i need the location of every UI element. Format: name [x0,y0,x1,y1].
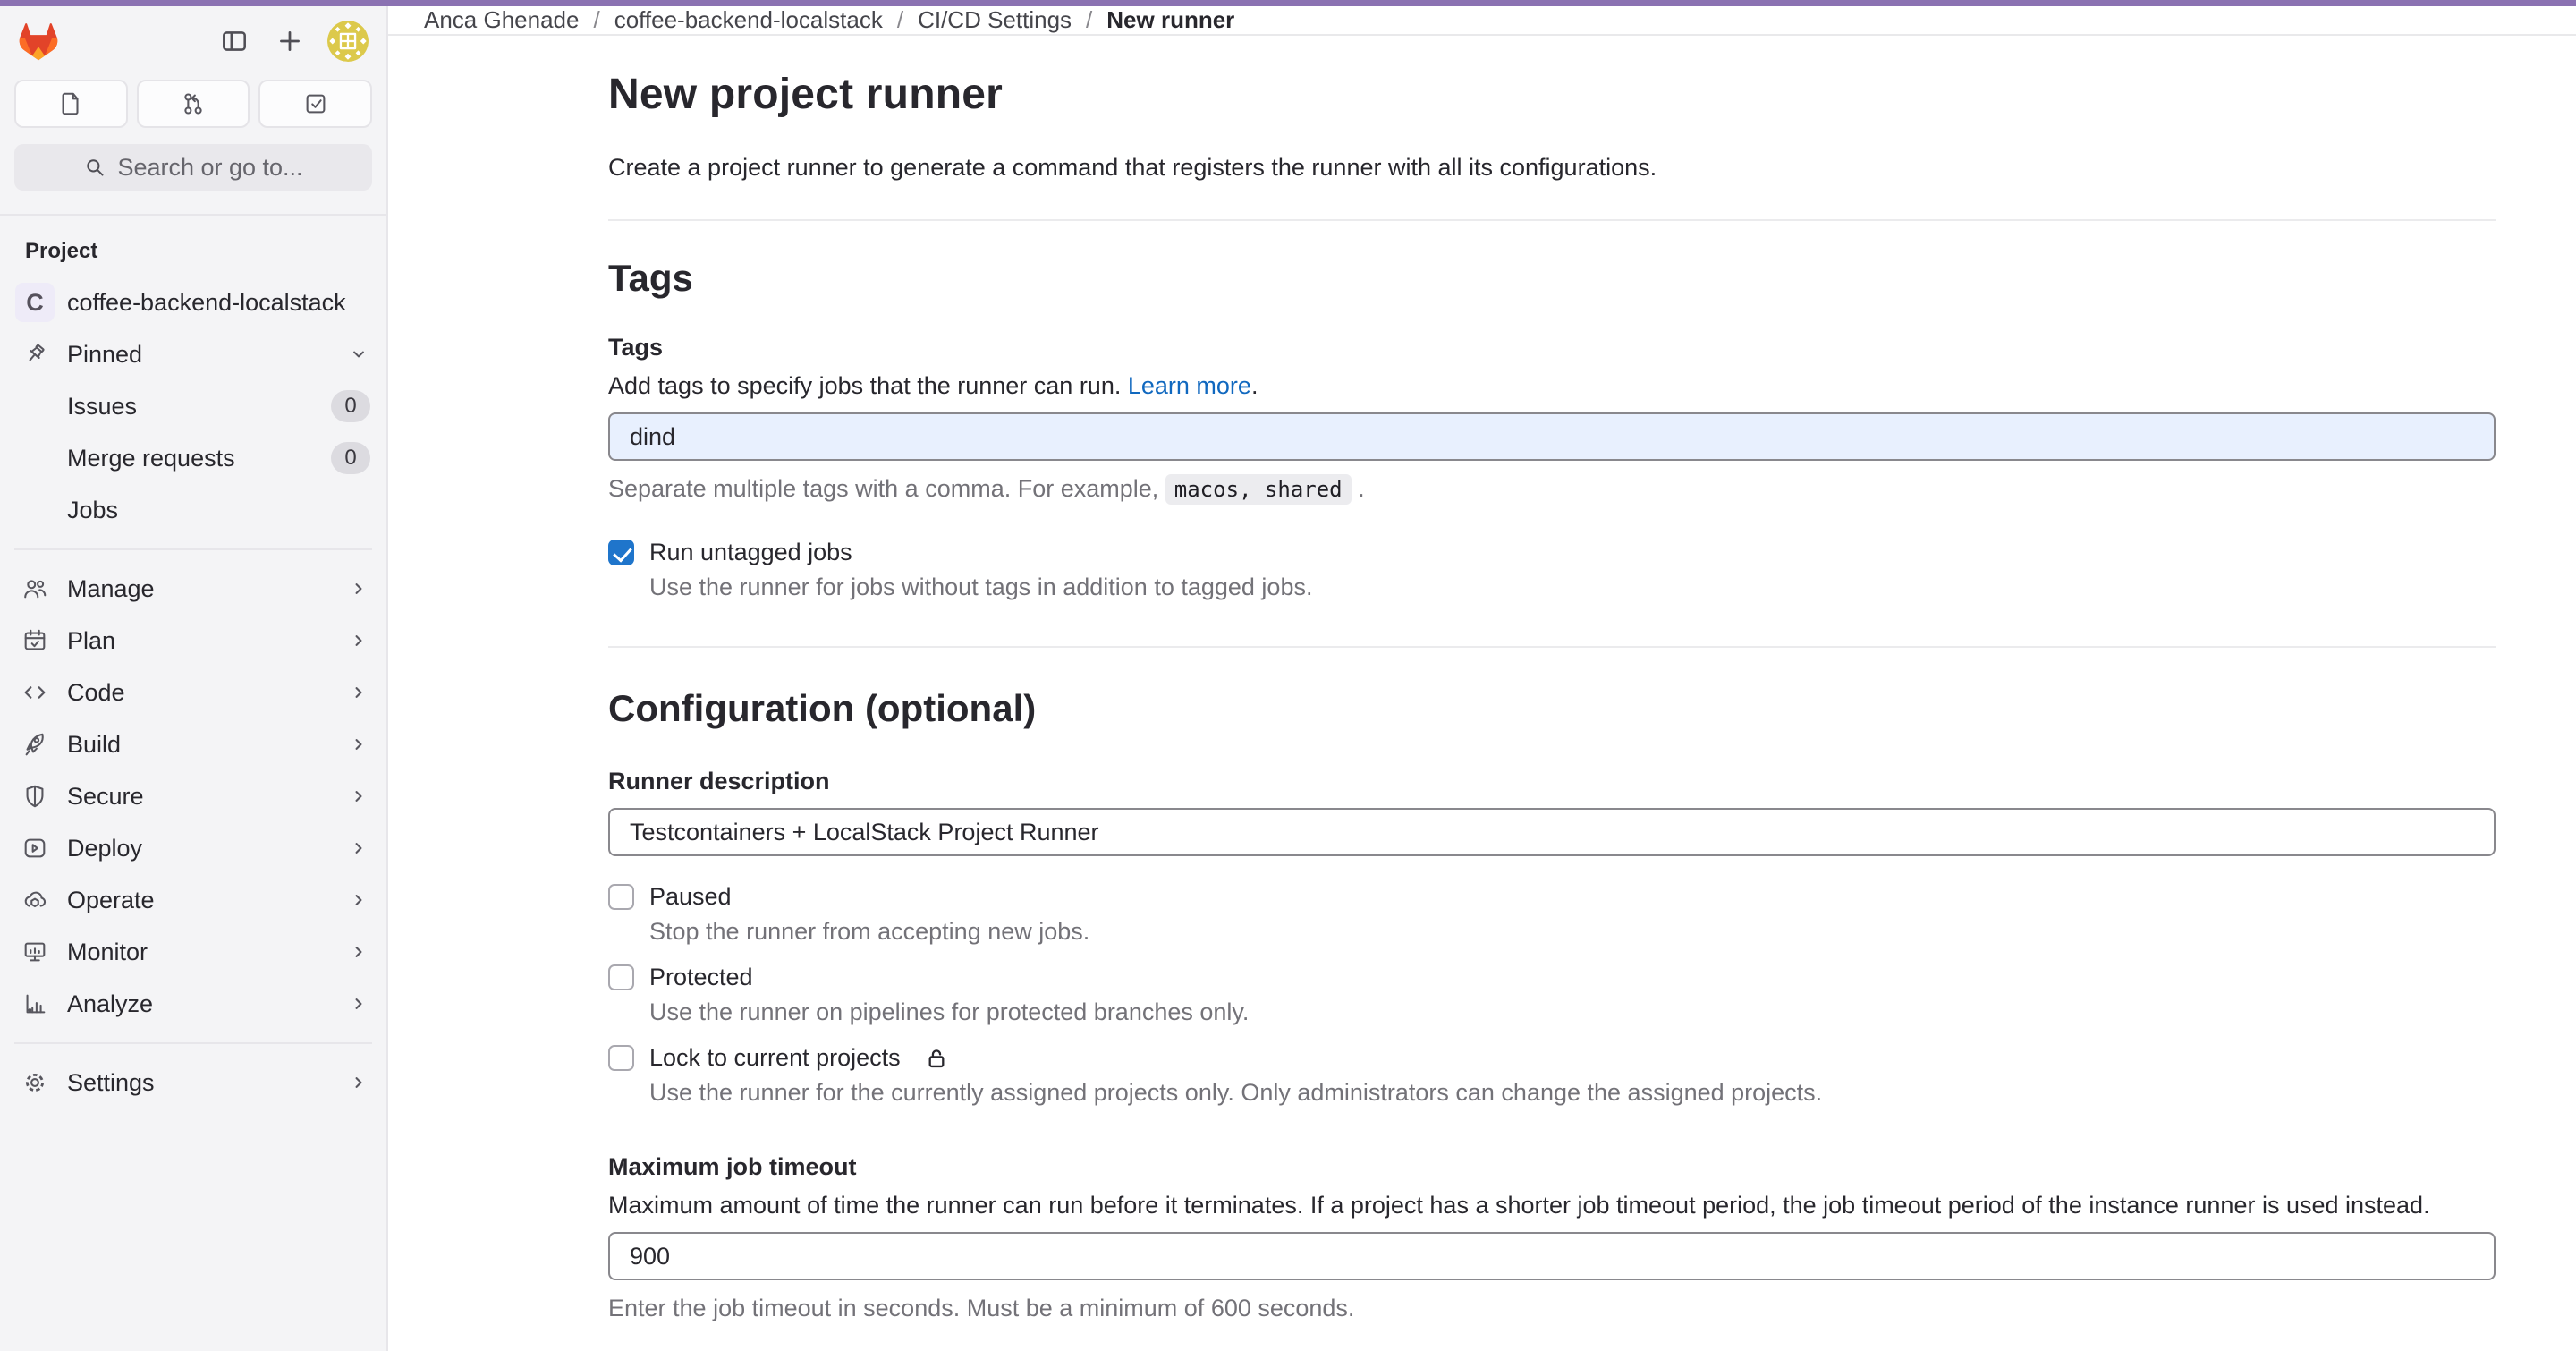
chevron-right-icon [347,733,370,756]
tags-helper-text: Separate multiple tags with a comma. For… [608,475,2496,503]
project-avatar: C [15,283,55,322]
checkbox-unchecked[interactable] [608,1045,634,1071]
rocket-icon [21,731,48,758]
sidebar-item-project[interactable]: C coffee-backend-localstack [0,276,386,328]
sidebar-item-manage[interactable]: Manage [0,563,386,615]
issues-shortcut-button[interactable] [14,80,128,128]
search-input[interactable]: Search or go to... [14,144,372,191]
configuration-section-heading: Configuration (optional) [608,687,2496,730]
merge-requests-count-badge: 0 [331,442,370,474]
tags-example-code: macos, shared [1165,474,1352,505]
page-title: New project runner [608,70,2496,119]
gear-icon [21,1069,48,1096]
divider [608,646,2496,648]
protected-help: Use the runner on pipelines for protecte… [649,998,2496,1026]
lock-to-projects-help: Use the runner for the currently assigne… [649,1079,2496,1107]
project-name: coffee-backend-localstack [67,289,370,317]
pin-icon [21,341,48,368]
paused-help: Stop the runner from accepting new jobs. [649,918,2496,946]
run-untagged-jobs-checkbox[interactable]: Run untagged jobs [608,539,2496,566]
todos-shortcut-button[interactable] [258,80,372,128]
merge-requests-shortcut-button[interactable] [137,80,250,128]
cloud-pod-icon [21,887,48,913]
tags-input[interactable] [608,412,2496,461]
todo-check-icon [302,90,329,117]
sidebar-section-label: Project [0,232,386,276]
pinned-label: Pinned [67,341,347,369]
breadcrumb-project[interactable]: coffee-backend-localstack [614,6,883,34]
sidebar-toggle-button[interactable] [216,23,252,59]
code-icon [21,679,48,706]
sidebar-item-build[interactable]: Build [0,718,386,770]
divider [608,219,2496,221]
create-new-button[interactable] [272,23,308,59]
max-job-timeout-input[interactable] [608,1232,2496,1280]
max-job-timeout-label: Maximum job timeout [608,1153,2496,1181]
lock-icon [925,1047,948,1070]
breadcrumb: Anca Ghenade / coffee-backend-localstack… [388,6,2576,36]
monitor-icon [21,939,48,965]
chevron-right-icon [347,1071,370,1094]
sidebar-item-deploy[interactable]: Deploy [0,822,386,874]
runner-description-input[interactable] [608,808,2496,856]
learn-more-link[interactable]: Learn more [1128,372,1251,399]
gitlab-window: Search or go to... Project C coffee-back… [0,0,2576,1351]
checkbox-unchecked[interactable] [608,884,634,910]
browser-accent-bar [0,0,2576,6]
breadcrumb-cicd-settings[interactable]: CI/CD Settings [918,6,1072,34]
chevron-right-icon [347,785,370,808]
chevron-right-icon [347,837,370,860]
merge-request-icon [180,90,207,117]
sidebar-item-settings[interactable]: Settings [0,1057,386,1109]
lock-to-projects-checkbox[interactable]: Lock to current projects [608,1044,2496,1072]
checkbox-checked[interactable] [608,540,634,565]
sidebar-item-plan[interactable]: Plan [0,615,386,667]
sidebar-item-operate[interactable]: Operate [0,874,386,926]
main-panel: Anca Ghenade / coffee-backend-localstack… [388,6,2576,1351]
breadcrumb-user[interactable]: Anca Ghenade [424,6,579,34]
divider [14,548,372,550]
gitlab-logo[interactable] [18,22,59,61]
user-avatar[interactable] [327,21,369,62]
paused-checkbox[interactable]: Paused [608,883,2496,911]
issues-count-badge: 0 [331,390,370,422]
max-job-timeout-help: Enter the job timeout in seconds. Must b… [608,1295,2496,1322]
search-placeholder: Search or go to... [117,154,302,182]
calendar-icon [21,627,48,654]
chevron-down-icon [347,343,370,366]
breadcrumb-current: New runner [1106,6,1234,34]
chevron-right-icon [347,992,370,1015]
page-subtitle: Create a project runner to generate a co… [608,151,2496,183]
sidebar-item-pinned[interactable]: Pinned [0,328,386,380]
max-job-timeout-description: Maximum amount of time the runner can ru… [608,1192,2496,1219]
tags-section-heading: Tags [608,257,2496,300]
search-icon [83,156,106,179]
protected-checkbox[interactable]: Protected [608,964,2496,991]
divider [14,1042,372,1044]
sidebar-item-monitor[interactable]: Monitor [0,926,386,978]
deploy-icon [21,835,48,862]
tags-field-description: Add tags to specify jobs that the runner… [608,372,2496,400]
chevron-right-icon [347,888,370,912]
sidebar-item-analyze[interactable]: Analyze [0,978,386,1030]
runner-description-label: Runner description [608,768,2496,795]
shield-icon [21,783,48,810]
chevron-right-icon [347,681,370,704]
chevron-right-icon [347,940,370,964]
super-sidebar: Search or go to... Project C coffee-back… [0,6,388,1351]
issues-icon [57,90,84,117]
sidebar-item-code[interactable]: Code [0,667,386,718]
chart-icon [21,990,48,1017]
chevron-right-icon [347,629,370,652]
sidebar-item-issues[interactable]: Issues 0 [0,380,386,432]
tags-field-label: Tags [608,334,2496,361]
sidebar-item-secure[interactable]: Secure [0,770,386,822]
sidebar-item-jobs[interactable]: Jobs [0,484,386,536]
run-untagged-jobs-help: Use the runner for jobs without tags in … [649,574,2496,601]
checkbox-unchecked[interactable] [608,964,634,990]
sidebar-item-merge-requests[interactable]: Merge requests 0 [0,432,386,484]
chevron-right-icon [347,577,370,600]
users-icon [21,575,48,602]
